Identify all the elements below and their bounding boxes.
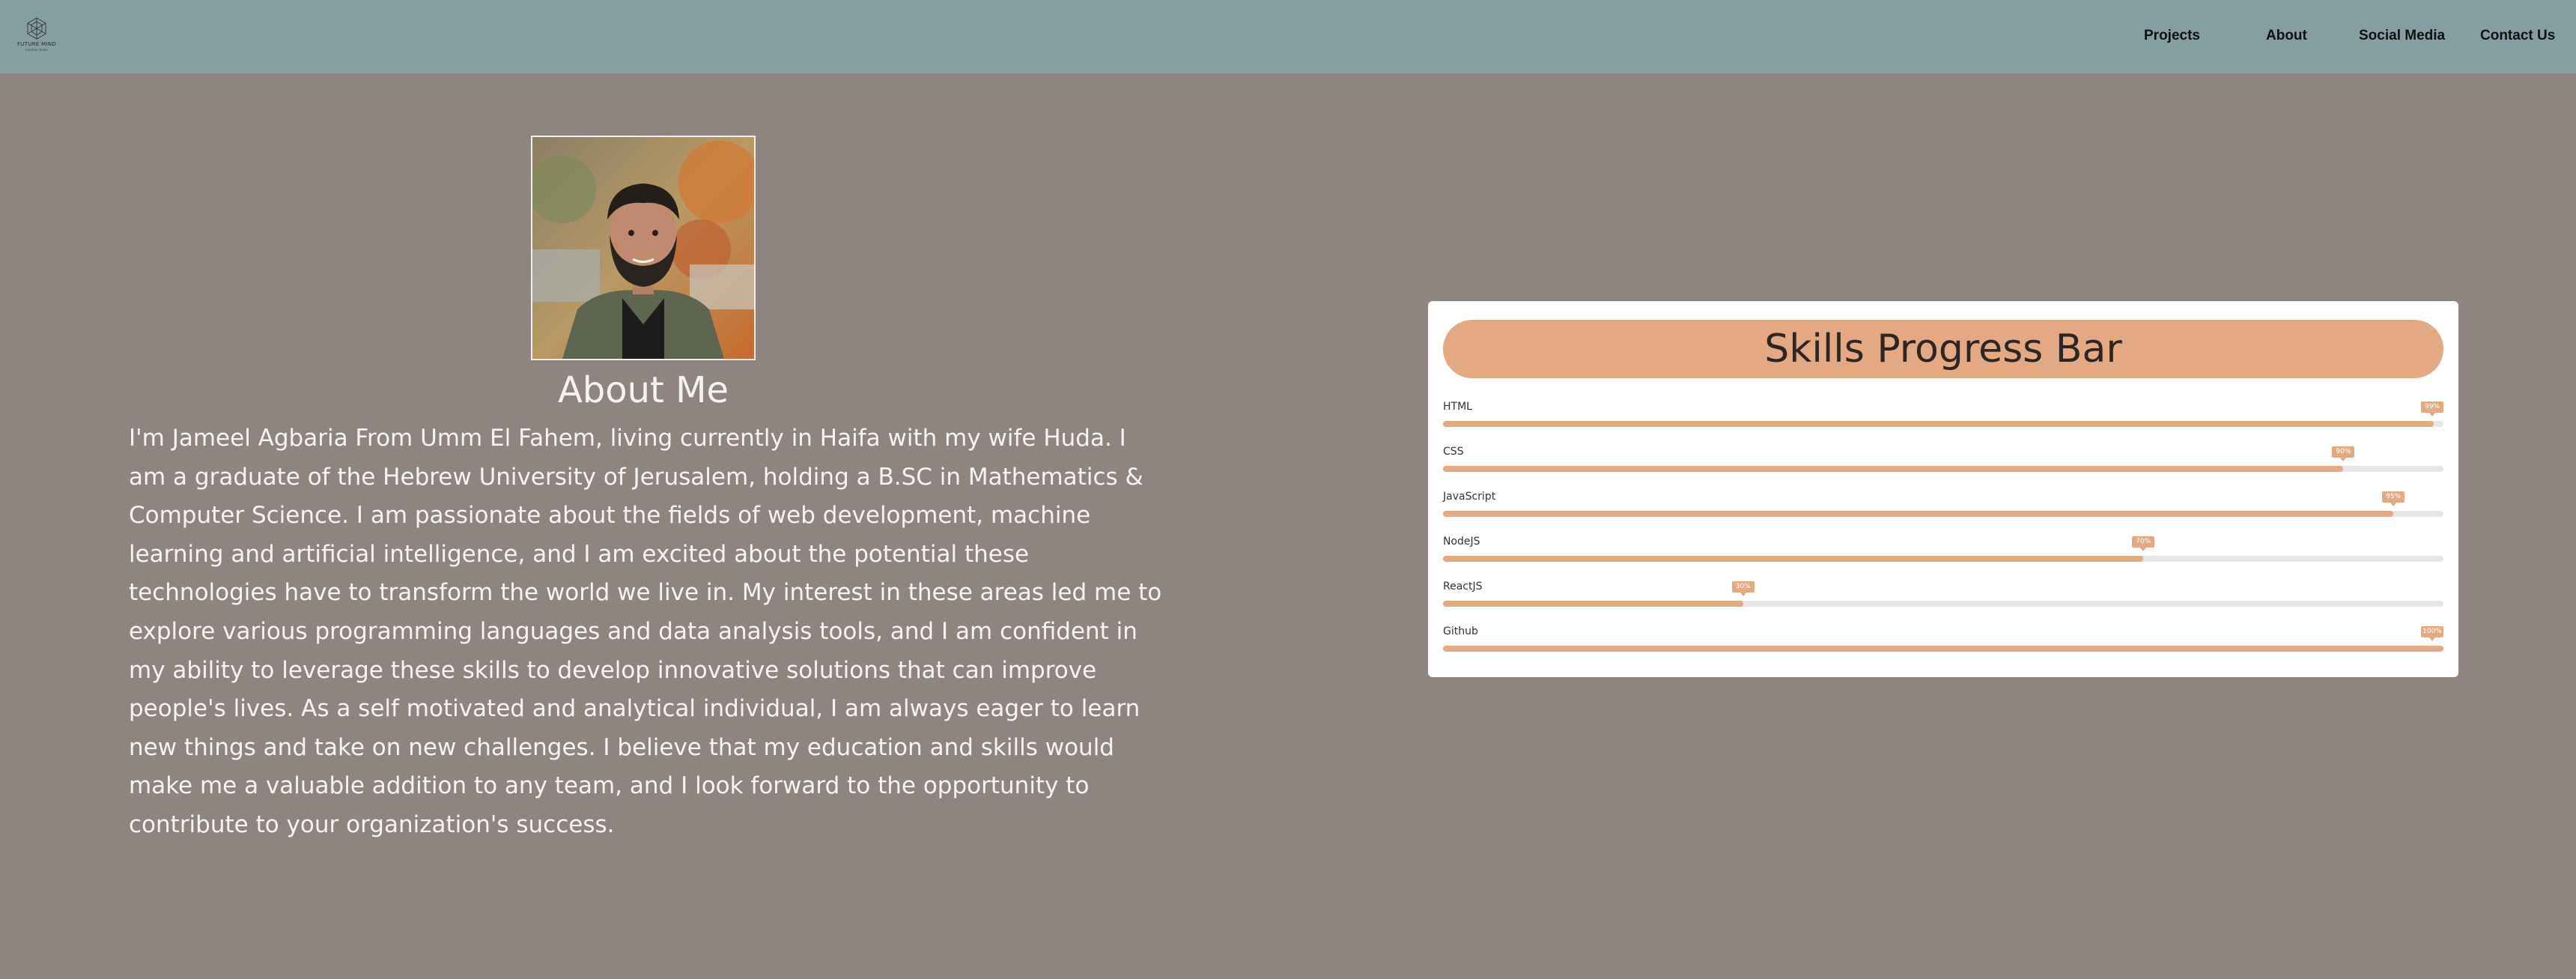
skill-progress-fill <box>1443 511 2394 517</box>
skill-row: Github 100% <box>1443 625 2443 655</box>
logo[interactable]: FUTURE MIND creative studio <box>13 16 60 55</box>
skill-percent-badge: 70% <box>2132 536 2155 551</box>
profile-photo-image <box>532 137 754 359</box>
about-description: I'm Jameel Agbaria From Umm El Fahem, li… <box>129 425 1162 838</box>
skill-name: JavaScript <box>1443 491 1496 503</box>
skill-percent-badge: 99% <box>2421 401 2443 416</box>
nav-link-projects[interactable]: Projects <box>2144 27 2200 45</box>
skill-progress-fill <box>1443 646 2443 652</box>
skill-row: CSS 90% <box>1443 445 2443 475</box>
skill-progress-track: 99% <box>1443 401 2443 427</box>
skill-percent-badge: 90% <box>2332 446 2355 461</box>
skill-progress-fill <box>1443 601 1743 607</box>
skill-progress-track: 70% <box>1443 536 2443 562</box>
skill-percent-badge: 30% <box>1731 581 1755 596</box>
skill-progress-track: 100% <box>1443 626 2443 652</box>
skill-name: Github <box>1443 625 1478 637</box>
skill-name: HTML <box>1443 401 1472 413</box>
skill-name: ReactJS <box>1443 581 1483 592</box>
skill-progress-fill <box>1443 421 2434 427</box>
nav-link-contact-us[interactable]: Contact Us <box>2480 27 2555 45</box>
skill-row: HTML 99% <box>1443 400 2443 430</box>
skill-row: NodeJS 70% <box>1443 535 2443 565</box>
skills-card: Skills Progress Bar HTML 99% CSS 90% JavaScr… <box>1428 301 2458 677</box>
skill-progress-fill <box>1443 556 2144 562</box>
logo-tagline: creative studio <box>25 48 48 52</box>
about-title: About Me <box>557 369 729 411</box>
skill-row: ReactJS 30% <box>1443 580 2443 610</box>
skill-progress-track: 90% <box>1443 446 2443 472</box>
profile-photo <box>531 136 756 360</box>
skill-percent-badge: 100% <box>2421 626 2443 641</box>
nav-link-social-media[interactable]: Social Media <box>2359 27 2445 45</box>
nav-link-about[interactable]: About <box>2266 27 2307 45</box>
skill-percent-badge: 95% <box>2382 491 2405 506</box>
skill-progress-track: 95% <box>1443 491 2443 517</box>
skills-title: Skills Progress Bar <box>1443 320 2443 378</box>
logo-name: FUTURE MIND <box>16 41 57 47</box>
skill-name: NodeJS <box>1443 536 1480 548</box>
skill-progress-fill <box>1443 466 2344 472</box>
skill-name: CSS <box>1443 446 1464 458</box>
logo-icon <box>27 17 46 40</box>
skill-progress-track: 30% <box>1443 581 2443 607</box>
navbar: FUTURE MIND creative studio Projects Abo… <box>0 0 2576 73</box>
skill-row: JavaScript 95% <box>1443 490 2443 520</box>
